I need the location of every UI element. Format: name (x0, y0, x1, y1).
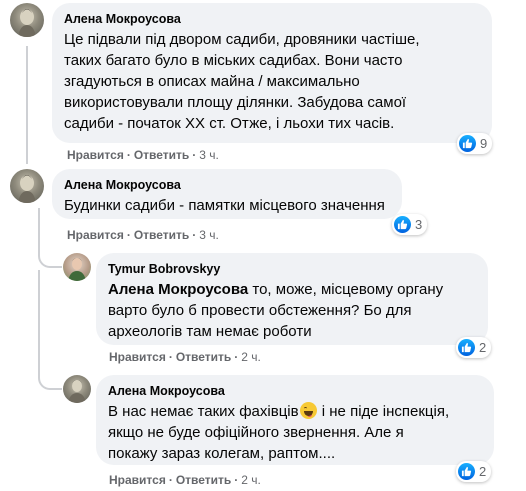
like-reaction-icon (458, 463, 475, 480)
comment-text: Це підвали під двором садиби, дровяники … (64, 31, 420, 132)
reaction-number: 2 (479, 340, 487, 355)
comment-actions: Нравится · Ответить · 2 ч. (109, 472, 261, 488)
comment-actions: Нравится · Ответить · 2 ч. (109, 349, 261, 365)
timestamp[interactable]: 3 ч. (199, 148, 219, 162)
reply-button[interactable]: Ответить (134, 228, 189, 242)
comment-actions: Нравится · Ответить · 3 ч. (67, 227, 219, 243)
like-reaction-icon (459, 135, 476, 152)
comment-author[interactable]: Алена Мокроусова (108, 383, 482, 399)
comment-bubble: Алена Мокроусова В нас немає таких фахів… (96, 375, 494, 465)
separator: · (192, 148, 197, 162)
thread-connector (38, 208, 62, 268)
reply-button[interactable]: Ответить (134, 148, 189, 162)
comment-author[interactable]: Алена Мокроусова (64, 177, 390, 193)
reaction-number: 2 (479, 464, 487, 479)
reaction-count[interactable]: 3 (392, 214, 428, 235)
reaction-count[interactable]: 9 (457, 133, 493, 154)
comment-author[interactable]: Tymur Bobrovskyy (108, 261, 476, 277)
like-reaction-icon (394, 216, 411, 233)
comment-author[interactable]: Алена Мокроусова (64, 11, 480, 27)
comment-text: Будинки садиби - памятки місцевого значе… (64, 197, 385, 214)
separator: · (234, 473, 239, 487)
comment-bubble: Алена Мокроусова Це підвали під двором с… (52, 3, 492, 143)
avatar[interactable] (10, 3, 44, 37)
timestamp[interactable]: 3 ч. (199, 228, 219, 242)
mention-link[interactable]: Алена Мокроусова (108, 281, 248, 298)
comment-text: В нас немає таких фахівців і не піде інс… (108, 401, 482, 464)
separator: · (126, 148, 131, 162)
avatar[interactable] (63, 375, 91, 403)
reply-button[interactable]: Ответить (176, 350, 231, 364)
comment-text: Алена Мокроусова то, може, місцевому орг… (108, 279, 476, 342)
comment-bubble: Tymur Bobrovskyy Алена Мокроусова то, мо… (96, 253, 488, 345)
reaction-number: 9 (480, 136, 488, 151)
timestamp[interactable]: 2 ч. (241, 350, 261, 364)
reaction-count[interactable]: 2 (456, 461, 492, 482)
avatar[interactable] (10, 169, 44, 203)
comment-bubble: Алена Мокроусова Будинки садиби - памятк… (52, 169, 402, 219)
thread-line (26, 46, 28, 164)
separator: · (168, 473, 173, 487)
separator: · (126, 228, 131, 242)
reply-button[interactable]: Ответить (176, 473, 231, 487)
thread-connector (38, 270, 62, 390)
reaction-number: 3 (415, 217, 423, 232)
separator: · (168, 350, 173, 364)
squinting-tongue-emoji-icon (299, 402, 317, 419)
like-button[interactable]: Нравится (67, 228, 124, 242)
timestamp[interactable]: 2 ч. (241, 473, 261, 487)
like-button[interactable]: Нравится (109, 350, 166, 364)
comment-text-part: В нас немає таких фахівців (108, 403, 299, 420)
like-button[interactable]: Нравится (67, 148, 124, 162)
separator: · (234, 350, 239, 364)
comment-actions: Нравится · Ответить · 3 ч. (67, 147, 219, 163)
like-reaction-icon (458, 339, 475, 356)
reaction-count[interactable]: 2 (456, 337, 492, 358)
separator: · (192, 228, 197, 242)
avatar[interactable] (63, 253, 91, 281)
like-button[interactable]: Нравится (109, 473, 166, 487)
